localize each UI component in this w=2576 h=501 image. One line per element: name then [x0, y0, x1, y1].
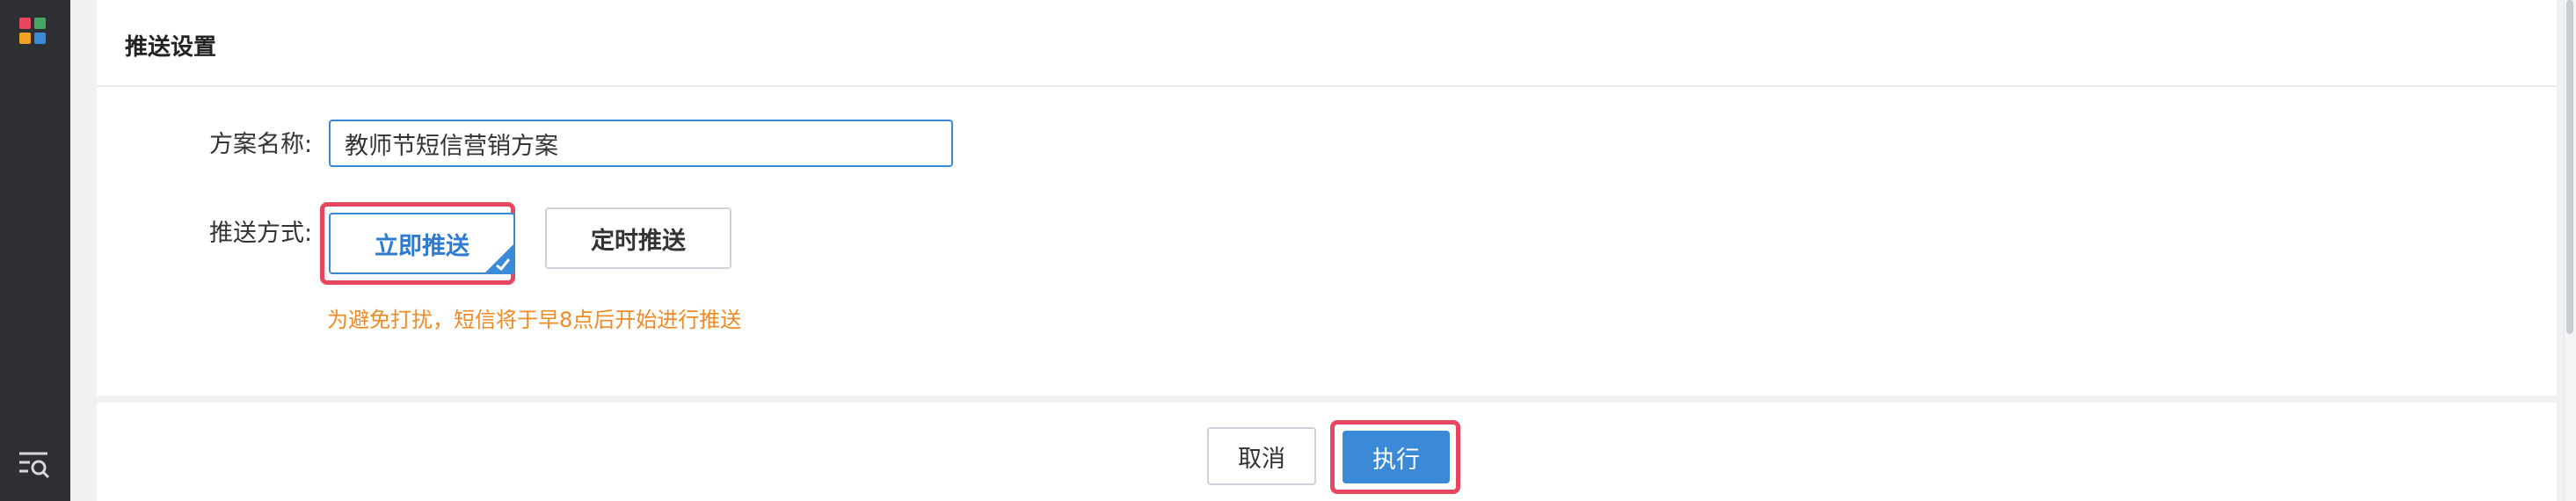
push-settings-panel: 推送设置	[97, 0, 2557, 396]
push-method-label: 推送方式:	[209, 220, 313, 247]
search-list-icon[interactable]	[18, 450, 51, 480]
immediate-push-label: 立即推送	[375, 232, 469, 260]
plan-name-label: 方案名称:	[209, 131, 313, 158]
cancel-button[interactable]: 取消	[1207, 427, 1316, 485]
immediate-push-option[interactable]: 立即推送	[329, 213, 515, 274]
action-footer	[97, 403, 2557, 501]
push-hint-text: 为避免打扰，短信将于早8点后开始进行推送	[327, 308, 742, 332]
left-sidebar	[0, 0, 70, 501]
selected-check-icon	[485, 244, 513, 272]
scheduled-push-option[interactable]: 定时推送	[545, 207, 731, 269]
execute-button[interactable]: 执行	[1343, 431, 1450, 483]
scrollbar-thumb[interactable]	[2566, 0, 2573, 334]
page-title: 推送设置	[125, 34, 217, 61]
panel-header: 推送设置	[97, 0, 2557, 87]
plan-name-input[interactable]	[329, 120, 953, 167]
push-settings-app: 推送设置 方案名称: 推送方式: 立即推送 定时推送 为避免打扰，短信将于早8点…	[0, 0, 2576, 501]
apps-grid-icon[interactable]	[18, 16, 47, 46]
scheduled-push-label: 定时推送	[591, 227, 686, 255]
